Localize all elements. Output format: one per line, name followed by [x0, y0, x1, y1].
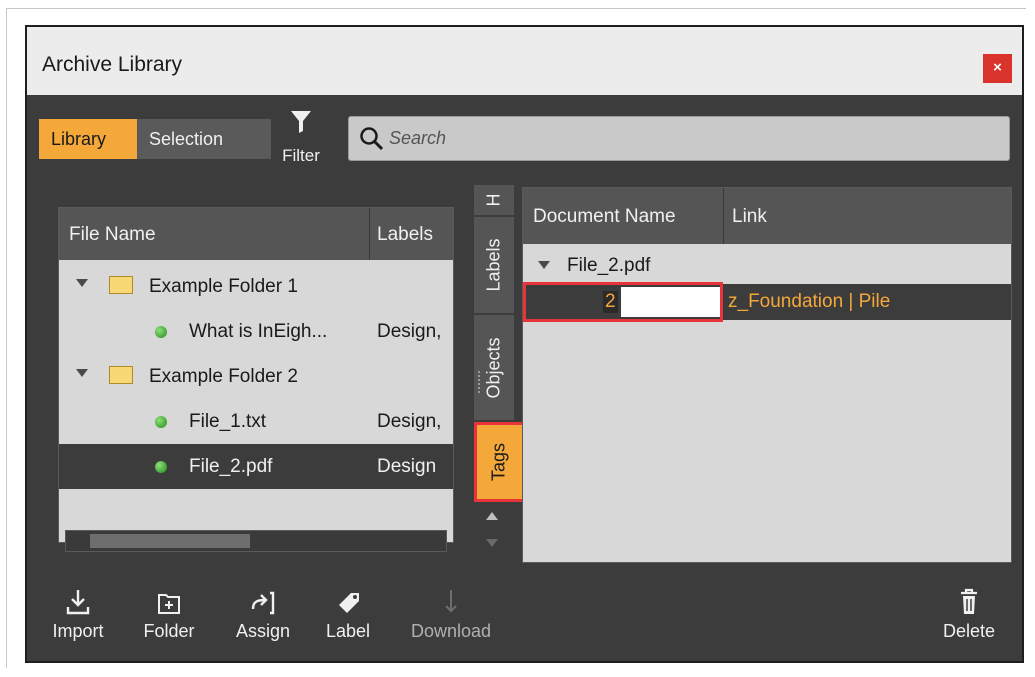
tags-highlight-box [474, 422, 526, 502]
tab-h-partial[interactable]: H [474, 185, 514, 215]
download-button[interactable]: Download [401, 585, 501, 642]
document-group-name: File_2.pdf [567, 255, 651, 276]
expand-icon[interactable] [76, 369, 88, 377]
delete-button[interactable]: Delete [936, 585, 1002, 642]
scroll-up-icon[interactable] [486, 512, 498, 520]
search-placeholder: Search [389, 128, 447, 148]
file-table-header: File Name Labels [59, 208, 453, 260]
import-icon [66, 590, 90, 615]
status-dot-icon [155, 461, 167, 473]
new-folder-icon [158, 594, 180, 614]
document-group-row[interactable]: File_2.pdf [523, 246, 1011, 284]
label-label: Label [325, 621, 371, 641]
tab-labels[interactable]: Labels [474, 217, 514, 313]
document-table: Document Name Link File_2.pdf 2 z_Founda… [522, 187, 1012, 563]
assign-icon [251, 591, 275, 615]
file-labels: Design, [377, 321, 442, 342]
view-tabs: Library Selection [39, 119, 271, 159]
tab-h-label: H [483, 193, 504, 207]
label-button[interactable]: Label [317, 585, 379, 642]
column-labels[interactable]: Labels [377, 224, 433, 246]
folder-icon [109, 366, 133, 384]
import-label: Import [52, 621, 104, 641]
file-labels: Design, [377, 411, 442, 432]
filter-icon [291, 111, 311, 133]
file-name: What is InEigh... [189, 321, 328, 342]
outer-frame-left [6, 8, 7, 668]
tab-labels-label: Labels [483, 238, 504, 292]
filter-button[interactable]: Filter [273, 109, 329, 165]
import-button[interactable]: Import [44, 585, 112, 642]
download-label: Download [410, 621, 492, 641]
scrollbar-thumb[interactable] [90, 534, 250, 548]
column-file-name[interactable]: File Name [69, 224, 156, 246]
column-document-name[interactable]: Document Name [533, 206, 676, 228]
tab-library[interactable]: Library [39, 119, 137, 159]
folder-label: Folder [143, 621, 195, 641]
status-dot-icon [155, 326, 167, 338]
assign-label: Assign [235, 621, 291, 641]
file-row[interactable]: What is InEigh... Design, [59, 309, 453, 354]
edit-highlight-box [523, 282, 723, 322]
folder-button[interactable]: Folder [134, 585, 204, 642]
tab-objects[interactable]: Objects [474, 315, 514, 420]
expand-icon[interactable] [76, 279, 88, 287]
outer-frame-top [6, 8, 1026, 9]
document-link-value[interactable]: z_Foundation | Pile [728, 291, 890, 313]
column-link[interactable]: Link [732, 206, 767, 228]
scrollbar-track[interactable] [65, 530, 447, 552]
column-separator [723, 188, 724, 244]
folder-row[interactable]: Example Folder 2 [59, 354, 453, 399]
folder-row[interactable]: Example Folder 1 [59, 264, 453, 309]
search-icon [360, 127, 384, 151]
folder-name: Example Folder 1 [149, 276, 298, 297]
window-title: Archive Library [42, 53, 183, 76]
tab-selection[interactable]: Selection [137, 119, 271, 159]
search-input[interactable]: Search [348, 116, 1010, 161]
folder-name: Example Folder 2 [149, 366, 298, 387]
title-bar: Archive Library × [27, 27, 1022, 95]
document-table-header: Document Name Link [523, 188, 1011, 244]
column-separator [369, 208, 370, 260]
folder-icon [109, 276, 133, 294]
delete-label: Delete [942, 621, 996, 641]
file-labels: Design [377, 456, 437, 477]
trash-icon [961, 588, 977, 614]
scroll-down-icon[interactable] [486, 539, 498, 547]
download-icon [445, 590, 457, 613]
file-row[interactable]: File_1.txt Design, [59, 399, 453, 444]
close-button[interactable]: × [983, 54, 1012, 83]
filter-label: Filter [282, 146, 320, 165]
file-name: File_1.txt [189, 411, 267, 432]
status-dot-icon [155, 416, 167, 428]
file-name: File_2.pdf [189, 456, 273, 477]
file-table: File Name Labels Example Folder 1 What i… [58, 207, 454, 552]
file-row-selected[interactable]: File_2.pdf Design [59, 444, 453, 489]
tab-objects-label: Objects [483, 336, 504, 399]
expand-icon[interactable] [538, 261, 550, 269]
tag-icon [339, 593, 359, 613]
splitter-grip[interactable] [478, 371, 482, 393]
assign-button[interactable]: Assign [227, 585, 299, 642]
